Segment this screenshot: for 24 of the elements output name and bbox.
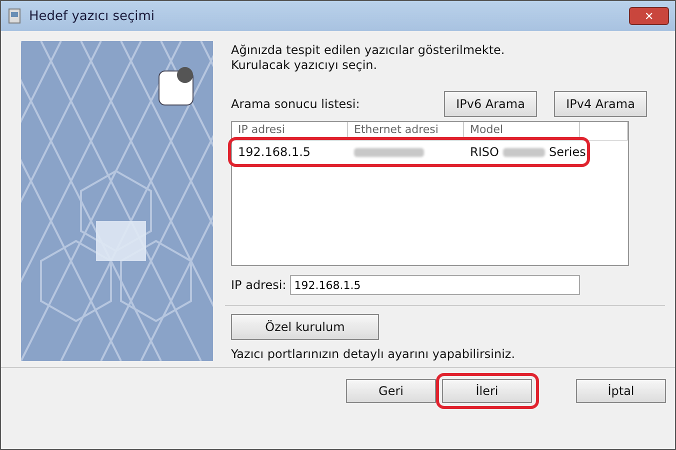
custom-install-note: Yazıcı portlarınızın detaylı ayarını yapabilirsiniz. — [231, 347, 516, 361]
model-text: Series — [548, 145, 586, 159]
column-header[interactable]: Ethernet adresi — [348, 122, 464, 140]
nav-button[interactable]: İptal — [576, 379, 666, 403]
nav-button[interactable]: İleri — [442, 379, 532, 403]
installer-icon — [7, 8, 23, 24]
redacted-text — [502, 148, 545, 156]
search-button[interactable]: IPv4 Arama — [554, 91, 647, 117]
column-header[interactable]: Model — [464, 122, 580, 140]
custom-install-button[interactable]: Özel kurulum — [231, 314, 379, 340]
search-results-label: Arama sonucu listesi: — [231, 97, 360, 111]
window-title: Hedef yazıcı seçimi — [29, 8, 156, 24]
column-header[interactable]: IP adresi — [232, 122, 348, 140]
model-text: RISO — [470, 145, 499, 159]
nav-button[interactable]: Geri — [346, 379, 436, 403]
redacted-text — [354, 148, 424, 156]
ip-cell-text: 192.168.1.5 — [237, 145, 312, 159]
printer-row[interactable]: 192.168.1.5 RISO Series — [232, 141, 628, 163]
instruction-text: Ağınızda tespit edilen yazıcılar gösterilmekte. — [231, 43, 506, 58]
search-button[interactable]: IPv6 Arama — [444, 91, 537, 117]
instruction-text: Kurulacak yazıcıyı seçin. — [231, 58, 378, 73]
ip-input-field[interactable]: 192.168.1.5 — [290, 275, 580, 295]
close-button[interactable]: ✕ — [629, 7, 669, 25]
ip-label: IP adresi: — [231, 278, 286, 292]
